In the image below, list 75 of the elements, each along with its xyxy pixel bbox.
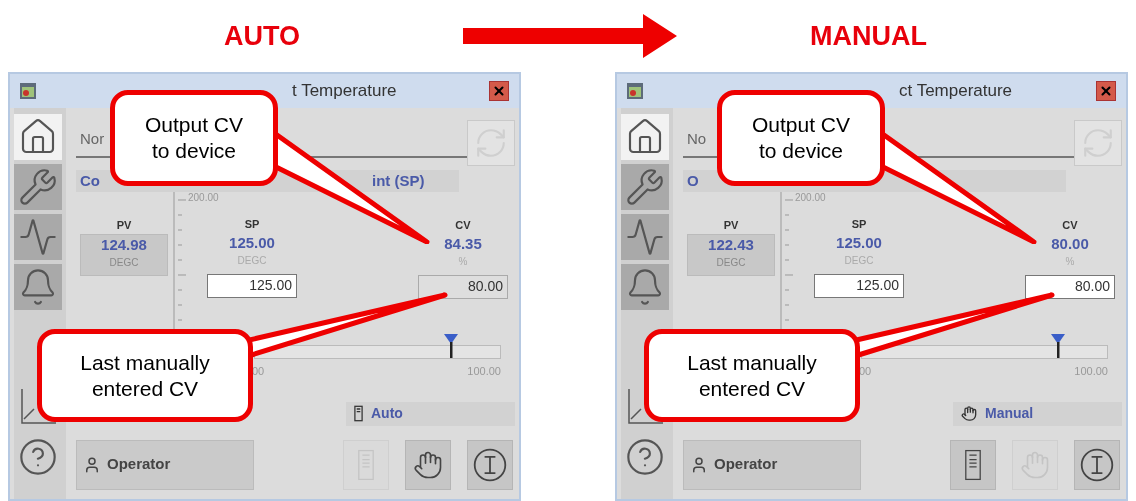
command-button[interactable] [467,439,513,490]
nav-tab[interactable] [14,164,62,210]
sp-label: SP [851,217,867,232]
cv-entry-field[interactable]: 80.00 [1025,274,1115,299]
nav-tab[interactable] [621,214,669,260]
hand-icon [961,405,977,422]
scale-label: 100.00 [467,364,501,379]
operator-button[interactable]: Operator [683,439,861,490]
cv-slider-thumb[interactable] [444,334,458,358]
scale-label: 200.00 [188,192,219,204]
pv-label: PV [723,218,739,233]
scale-label: 100.00 [1074,364,1108,379]
mode-label: Manual [985,404,1034,423]
sp-entry-field[interactable]: 125.00 [814,273,904,298]
cv-label: CV [1062,218,1078,233]
mode-heading: MANUAL [810,19,927,53]
mode-heading: AUTO [224,19,300,53]
wrench-icon [625,167,665,207]
nav-tab[interactable] [14,264,62,310]
command-button[interactable] [1074,439,1120,490]
pulse-icon [18,217,58,257]
close-icon [492,84,506,98]
sp-entry-field[interactable]: 125.00 [207,273,297,298]
cv-label: CV [455,218,471,233]
pv-label: PV [116,218,132,233]
cabinet-icon [964,448,982,481]
scale-label: 200.00 [795,192,826,204]
app-icon [627,83,643,99]
wrench-icon [18,167,58,207]
window-title: t Temperature [292,80,397,103]
chart-axes-icon [18,387,58,427]
callout-tooltip: Output CV to device [717,90,885,186]
sp-label: SP [244,217,260,232]
help-icon [18,437,58,477]
info-circle-icon [1079,446,1115,483]
command-button[interactable] [950,439,996,490]
nav-tab[interactable] [621,264,669,310]
section-title: O [687,170,699,191]
pv-unit: DEGC [109,255,139,270]
callout-tooltip: Last manually entered CV [37,329,253,422]
info-circle-icon [472,446,508,483]
cv-value: 84.35 [444,233,482,254]
cabinet-icon [354,405,363,422]
nav-tab[interactable] [14,114,62,160]
nav-tab[interactable] [621,114,669,160]
callout-tooltip: Output CV to device [110,90,278,186]
section-title: int (SP) [372,170,425,191]
sp-value: 125.00 [229,232,275,253]
help-icon [625,437,665,477]
section-title: Co [80,170,100,191]
nav-tab[interactable] [621,164,669,210]
command-button[interactable] [405,439,451,490]
operator-button[interactable]: Operator [76,439,254,490]
chart-axes-icon [625,387,665,427]
app-icon [20,83,36,99]
cv-slider-thumb[interactable] [1051,334,1065,358]
tab-label[interactable]: Nor [80,128,105,151]
mode-label: Auto [371,404,403,423]
callout-tooltip: Last manually entered CV [644,329,860,422]
user-icon [83,455,101,474]
close-button[interactable] [489,81,509,101]
user-icon [690,455,708,474]
sp-value: 125.00 [836,232,882,253]
pulse-icon [625,217,665,257]
cv-value: 80.00 [1051,233,1089,254]
tab-label[interactable]: No [687,128,707,151]
window-title: ct Temperature [899,80,1013,103]
pv-value: 122.43 [708,234,754,255]
close-button[interactable] [1096,81,1116,101]
pv-unit: DEGC [716,255,746,270]
nav-tab[interactable] [14,214,62,260]
cv-unit: % [458,254,468,269]
close-icon [1099,84,1113,98]
cv-unit: % [1065,254,1075,269]
pv-value: 124.98 [101,234,147,255]
